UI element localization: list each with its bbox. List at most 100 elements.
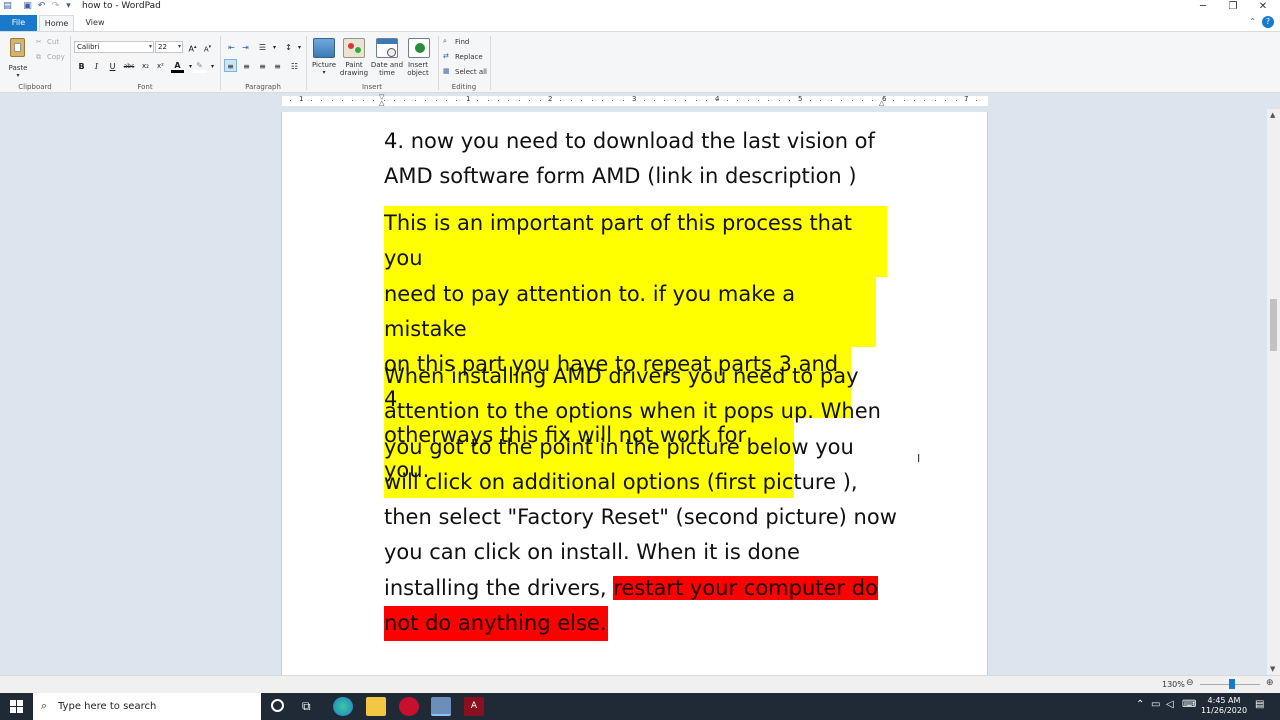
- bold-button[interactable]: B: [75, 60, 88, 73]
- zoom-out-icon[interactable]: ⊖: [1186, 678, 1194, 688]
- decrease-indent-icon[interactable]: ⇤: [225, 41, 238, 54]
- scroll-up-icon[interactable]: ▲: [1270, 111, 1275, 119]
- scrollbar-thumb[interactable]: [1270, 299, 1277, 351]
- zoom-slider-thumb[interactable]: [1229, 679, 1235, 689]
- chevron-down-icon[interactable]: ▾: [268, 41, 281, 54]
- document-page[interactable]: 4. now you need to download the last vis…: [281, 112, 988, 675]
- paragraph-settings-icon[interactable]: ☷: [288, 60, 301, 73]
- volume-icon[interactable]: ◁: [1166, 699, 1174, 710]
- grow-font-icon[interactable]: A▴: [186, 41, 199, 54]
- highlight-color-icon[interactable]: ✎: [193, 59, 206, 73]
- justify-icon[interactable]: ≡: [271, 60, 284, 73]
- task-view-icon[interactable]: ⧉: [302, 699, 311, 714]
- subscript-button[interactable]: x₂: [139, 60, 152, 73]
- ruler-tick: [539, 100, 541, 101]
- paint-drawing-label-2[interactable]: drawing: [336, 69, 372, 77]
- ribbon: Paste ▾ ✂ Cut ⧉ Copy Clipboard Calibri ▾…: [0, 31, 1280, 93]
- underline-button[interactable]: U: [106, 60, 119, 73]
- taskbar-search-box[interactable]: ⌕ Type here to search: [33, 693, 261, 720]
- scroll-down-icon[interactable]: ▼: [1270, 665, 1275, 673]
- copy-button[interactable]: Copy: [47, 53, 65, 61]
- save-icon[interactable]: ▣: [22, 1, 33, 12]
- ruler-tick: [581, 100, 583, 101]
- collapse-ribbon-icon[interactable]: ⌃: [1249, 17, 1256, 26]
- text-line: you got to the point in the picture belo…: [384, 434, 854, 459]
- left-indent-marker[interactable]: △: [379, 100, 387, 107]
- minimize-button[interactable]: ─: [1188, 0, 1218, 15]
- close-button[interactable]: ✕: [1248, 0, 1278, 15]
- notification-icon[interactable]: ▤: [1255, 699, 1264, 710]
- text-color-icon[interactable]: A: [171, 59, 184, 73]
- replace-icon[interactable]: ⇄: [443, 52, 449, 60]
- ruler-tick: [529, 100, 531, 101]
- wordpad-icon[interactable]: [431, 697, 451, 716]
- superscript-button[interactable]: x²: [154, 60, 167, 73]
- chevron-down-icon[interactable]: ▾: [293, 41, 306, 54]
- keyboard-icon[interactable]: ⌨: [1182, 699, 1196, 710]
- amd-software-icon[interactable]: A: [464, 697, 484, 716]
- cut-button[interactable]: Cut: [47, 38, 59, 46]
- windows-start-icon[interactable]: [10, 700, 23, 713]
- ruler-tick: [924, 100, 926, 101]
- select-all-button[interactable]: Select all: [455, 68, 487, 76]
- align-left-icon[interactable]: ≡: [224, 59, 237, 72]
- font-size-value: 22: [158, 43, 167, 51]
- cortana-icon[interactable]: [271, 699, 284, 712]
- tab-view[interactable]: View: [80, 15, 110, 31]
- shrink-font-icon[interactable]: A▾: [201, 41, 214, 54]
- redo-icon[interactable]: ↷: [50, 1, 61, 12]
- taskbar: ⌕ Type here to search ⧉ A ⌃ ▭ ◁ ⌨ 4:45 A…: [0, 693, 1280, 720]
- ruler-tick: [726, 100, 728, 101]
- customize-quick-access-icon[interactable]: ▾: [63, 1, 74, 12]
- calendar-clock-icon[interactable]: [376, 38, 398, 58]
- edge-icon[interactable]: [333, 697, 353, 716]
- font-size-select[interactable]: 22 ▾: [155, 41, 183, 53]
- increase-indent-icon[interactable]: ⇥: [239, 41, 252, 54]
- cut-icon[interactable]: ✂: [36, 38, 42, 46]
- font-family-select[interactable]: Calibri ▾: [74, 41, 154, 53]
- ruler-number: 4: [715, 95, 720, 103]
- maximize-button[interactable]: ❐: [1218, 0, 1248, 15]
- insert-object-label-1[interactable]: Insert: [400, 61, 436, 69]
- align-center-icon[interactable]: ≡: [240, 60, 253, 73]
- zoom-in-icon[interactable]: ⊕: [1266, 678, 1274, 688]
- paragraph-install-instructions[interactable]: When installing AMD drivers you need to …: [384, 359, 897, 642]
- paint-drawing-icon[interactable]: [343, 38, 365, 58]
- file-explorer-icon[interactable]: [366, 697, 386, 716]
- select-all-icon[interactable]: ▦: [443, 67, 450, 75]
- strikethrough-button[interactable]: abc: [121, 60, 137, 73]
- ruler-tick: [633, 100, 635, 101]
- ruler-tick: [778, 100, 780, 101]
- insert-object-label-2[interactable]: object: [400, 69, 436, 77]
- opera-icon[interactable]: [399, 697, 419, 716]
- app-icon[interactable]: ▤: [2, 1, 13, 12]
- network-icon[interactable]: ▭: [1151, 699, 1160, 710]
- show-hidden-icons-icon[interactable]: ⌃: [1136, 699, 1144, 710]
- ruler[interactable]: 1 1 2 3 4 5 6 7 ▽ △ △: [282, 94, 988, 107]
- undo-icon[interactable]: ↶: [36, 1, 47, 12]
- paste-button[interactable]: Paste ▾: [6, 36, 30, 79]
- replace-button[interactable]: Replace: [455, 53, 483, 61]
- find-icon[interactable]: ⌕: [443, 37, 447, 46]
- help-icon[interactable]: ?: [1262, 16, 1274, 28]
- align-right-icon[interactable]: ≡: [256, 60, 269, 73]
- clock-date: 11/26/2020: [1200, 706, 1248, 715]
- find-button[interactable]: Find: [455, 38, 469, 46]
- paragraph-group-label: Paragraph: [245, 83, 281, 91]
- paragraph-step-4[interactable]: 4. now you need to download the last vis…: [384, 124, 875, 195]
- right-indent-marker[interactable]: △: [879, 100, 887, 107]
- chevron-down-icon[interactable]: ▾: [206, 60, 219, 73]
- tab-home[interactable]: Home: [39, 15, 74, 31]
- vertical-scrollbar[interactable]: ▲ ▼: [1267, 109, 1280, 675]
- document-area[interactable]: 4. now you need to download the last vis…: [0, 109, 1267, 675]
- ruler-tick: [830, 100, 832, 101]
- text-segment: installing the drivers,: [384, 575, 614, 600]
- picture-icon[interactable]: [313, 38, 335, 58]
- ruler-tick: [518, 100, 520, 101]
- insert-object-icon[interactable]: [408, 38, 430, 58]
- system-clock[interactable]: 4:45 AM 11/26/2020: [1200, 696, 1248, 716]
- paint-drawing-label-1[interactable]: Paint: [336, 61, 372, 69]
- tab-file[interactable]: File: [0, 15, 37, 31]
- italic-button[interactable]: I: [90, 60, 103, 73]
- copy-icon[interactable]: ⧉: [36, 53, 41, 62]
